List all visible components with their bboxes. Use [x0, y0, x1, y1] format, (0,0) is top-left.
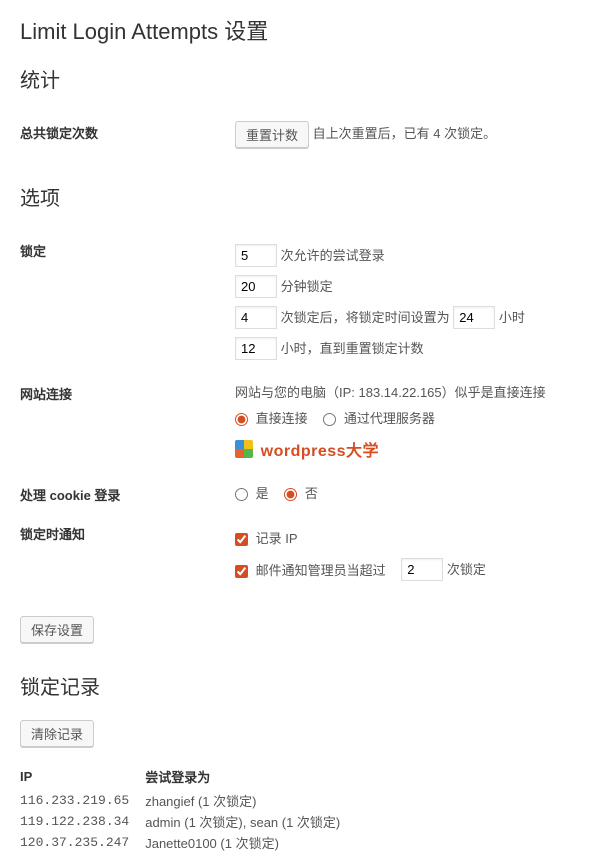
log-attempt-cell: zhangief (1 次锁定) [145, 790, 356, 811]
checkbox-email-input[interactable] [235, 565, 248, 578]
email-suffix: 次锁定 [447, 562, 486, 577]
table-row: 119.122.238.34admin (1 次锁定), sean (1 次锁定… [20, 811, 356, 832]
table-row: 116.233.219.65zhangief (1 次锁定) [20, 790, 356, 811]
save-settings-button[interactable]: 保存设置 [20, 616, 94, 643]
checkbox-log-ip-input[interactable] [235, 533, 248, 546]
log-attempt-cell: admin (1 次锁定), sean (1 次锁定) [145, 811, 356, 832]
checkbox-log-ip-label[interactable]: 记录 IP [235, 531, 298, 546]
checkbox-email-label[interactable]: 邮件通知管理员当超过 [235, 563, 389, 578]
log-heading: 锁定记录 [20, 671, 590, 700]
options-heading: 选项 [20, 182, 590, 211]
page-title: Limit Login Attempts 设置 [20, 14, 590, 46]
stats-heading: 统计 [20, 64, 590, 93]
long-threshold-input[interactable] [235, 306, 277, 329]
reset-hours-input[interactable] [235, 337, 277, 360]
watermark-text: wordpress大学 [261, 443, 379, 460]
lockout-minutes-input[interactable] [235, 275, 277, 298]
long-threshold-mid: 次锁定后，将锁定时间设置为 [281, 310, 450, 325]
watermark: wordpress大学 [235, 437, 590, 461]
log-col-attempt: 尝试登录为 [145, 763, 356, 790]
long-hours-suffix: 小时 [499, 310, 525, 325]
lockout-minutes-suffix: 分钟锁定 [281, 279, 333, 294]
stats-table: 总共锁定次数 重置计数 自上次重置后，已有 4 次锁定。 [20, 113, 590, 156]
options-table: 锁定 次允许的尝试登录 分钟锁定 次锁定后，将锁定时间设置为 小时 小时，直到重… [20, 231, 590, 596]
radio-cookie-yes-input[interactable] [235, 488, 248, 501]
reset-hours-suffix: 小时，直到重置锁定计数 [281, 341, 424, 356]
lockout-label: 锁定 [20, 231, 235, 374]
long-hours-input[interactable] [453, 306, 495, 329]
radio-cookie-no-label[interactable]: 否 [284, 486, 318, 501]
total-lockouts-label: 总共锁定次数 [20, 113, 235, 156]
log-ip-cell: 119.122.238.34 [20, 811, 145, 832]
clear-log-button[interactable]: 清除记录 [20, 720, 94, 747]
site-connection-label: 网站连接 [20, 374, 235, 475]
log-table: IP 尝试登录为 116.233.219.65zhangief (1 次锁定)1… [20, 763, 356, 853]
email-threshold-input[interactable] [401, 558, 443, 581]
site-connection-info: 网站与您的电脑（IP: 183.14.22.165）似乎是直接连接 [235, 382, 590, 401]
log-col-ip: IP [20, 763, 145, 790]
radio-direct-input[interactable] [235, 413, 248, 426]
radio-proxy-label[interactable]: 通过代理服务器 [323, 411, 435, 426]
cookie-label: 处理 cookie 登录 [20, 475, 235, 514]
radio-direct-label[interactable]: 直接连接 [235, 411, 311, 426]
notify-label: 锁定时通知 [20, 514, 235, 596]
watermark-logo-icon [235, 440, 253, 458]
radio-cookie-yes-label[interactable]: 是 [235, 486, 272, 501]
allowed-retries-input[interactable] [235, 244, 277, 267]
log-ip-cell: 116.233.219.65 [20, 790, 145, 811]
allowed-retries-suffix: 次允许的尝试登录 [281, 248, 385, 263]
radio-proxy-input[interactable] [323, 413, 336, 426]
since-reset-text: 自上次重置后，已有 4 次锁定。 [313, 126, 496, 141]
reset-count-button[interactable]: 重置计数 [235, 121, 309, 148]
radio-cookie-no-input[interactable] [284, 488, 297, 501]
